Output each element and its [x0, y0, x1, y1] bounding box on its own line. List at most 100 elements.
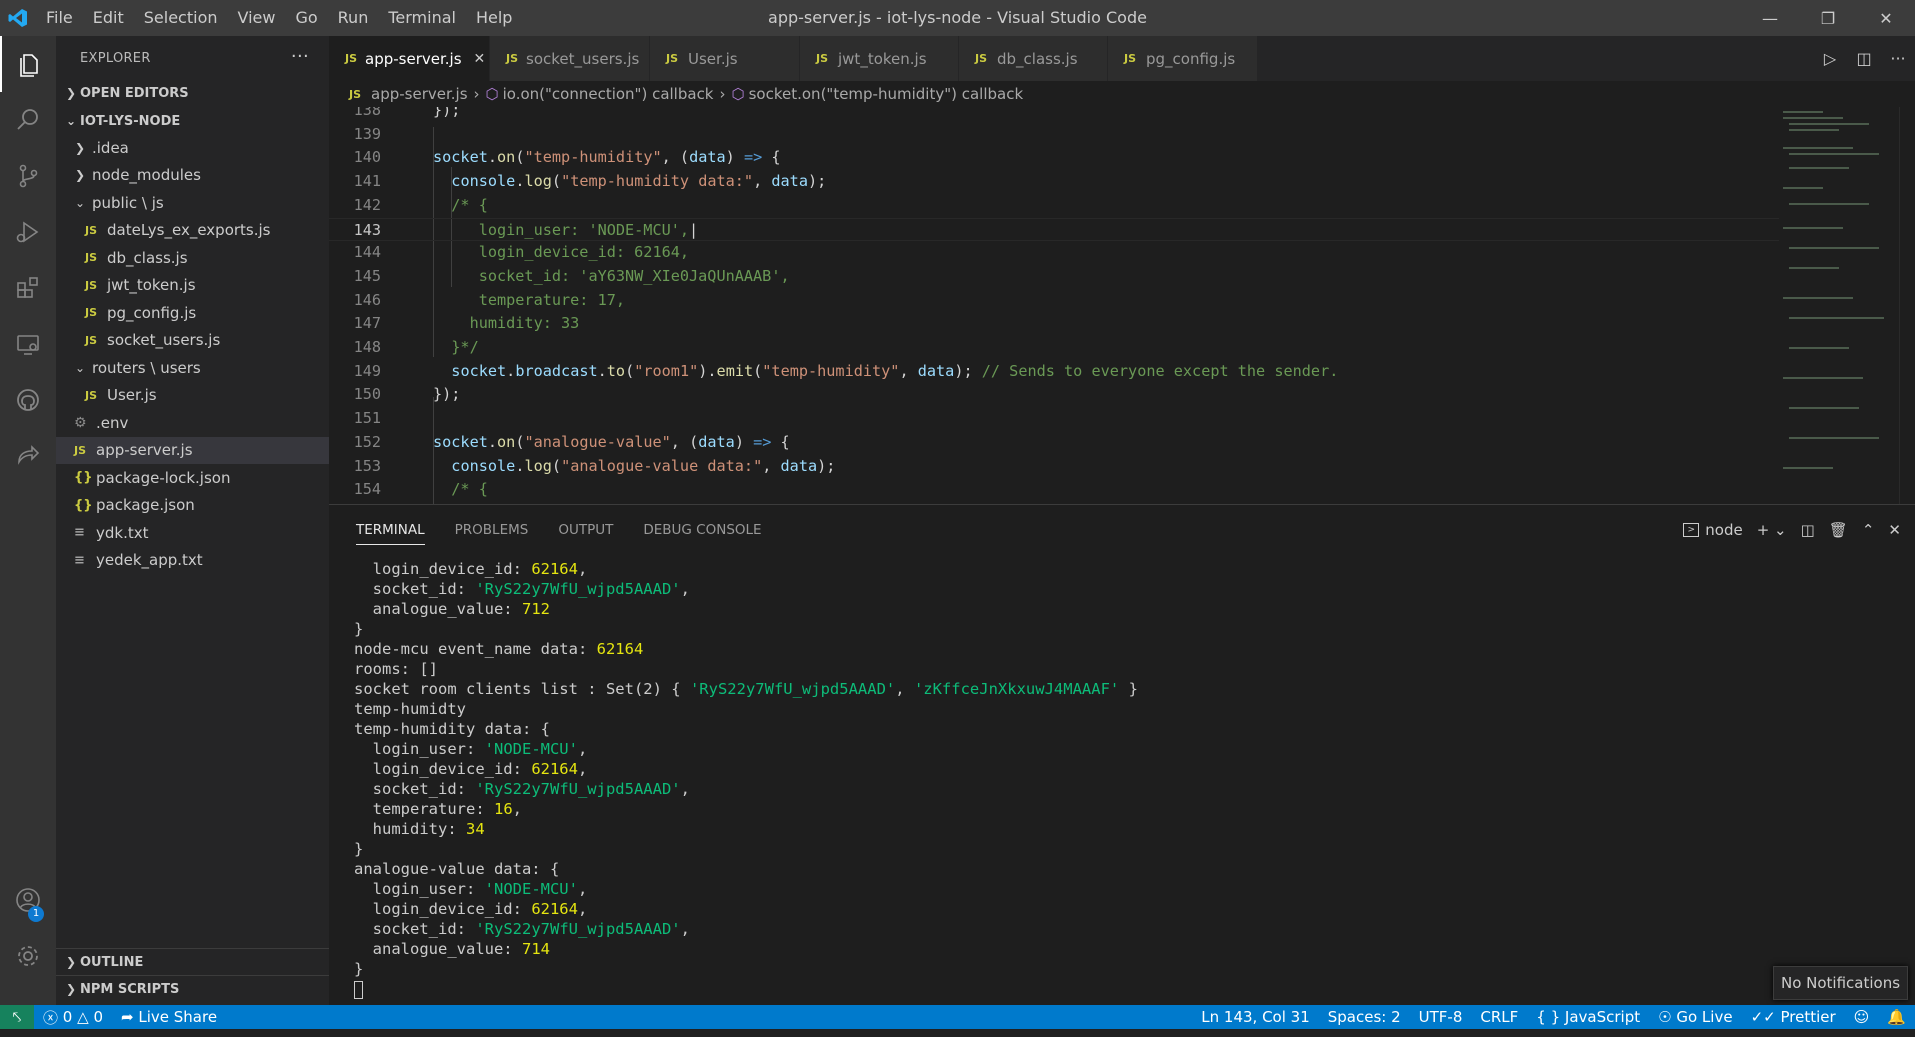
- bell-icon[interactable]: 🔔: [1878, 1008, 1915, 1026]
- more-actions-icon[interactable]: ···: [1881, 49, 1915, 68]
- tree-item-env[interactable]: ⚙ .env: [56, 409, 329, 437]
- menu-view[interactable]: View: [228, 0, 286, 36]
- tab-pg-config[interactable]: JS pg_config.js: [1108, 36, 1258, 81]
- indentation[interactable]: Spaces: 2: [1319, 1008, 1410, 1026]
- menu-go[interactable]: Go: [285, 0, 327, 36]
- terminal-cursor: [354, 980, 363, 999]
- problems-status[interactable]: ⓧ 0 △ 0: [34, 1007, 112, 1028]
- js-file-icon: JS: [349, 87, 362, 101]
- chevron-down-icon: ⌄: [74, 195, 86, 210]
- run-icon[interactable]: ▷: [1813, 49, 1847, 68]
- menu-file[interactable]: File: [36, 0, 83, 36]
- close-panel-icon[interactable]: ✕: [1888, 521, 1901, 539]
- restore-button[interactable]: ❐: [1799, 0, 1857, 36]
- run-debug-icon[interactable]: [0, 204, 56, 260]
- tab-problems[interactable]: PROBLEMS: [455, 505, 529, 555]
- tree-item-pg-config[interactable]: JS pg_config.js: [56, 299, 329, 327]
- tab-socket-users[interactable]: JS socket_users.js: [490, 36, 650, 81]
- accounts-icon[interactable]: 1: [0, 872, 56, 928]
- tree-item-package-lock[interactable]: {} package-lock.json: [56, 464, 329, 492]
- open-editors-section[interactable]: ❯ OPEN EDITORS: [56, 80, 329, 106]
- menu-help[interactable]: Help: [466, 0, 522, 36]
- tree-label: .idea: [92, 138, 129, 157]
- tree-item-package-json[interactable]: {} package.json: [56, 492, 329, 520]
- source-control-icon[interactable]: [0, 148, 56, 204]
- npm-scripts-section[interactable]: ❯ NPM SCRIPTS: [56, 975, 329, 1001]
- line-number: 145: [353, 266, 381, 285]
- tab-output[interactable]: OUTPUT: [558, 505, 613, 555]
- feedback-icon[interactable]: ☺: [1845, 1008, 1879, 1026]
- go-live[interactable]: ☉ Go Live: [1649, 1008, 1741, 1026]
- live-share-status[interactable]: ➦ Live Share: [112, 1008, 226, 1026]
- tab-jwt-token[interactable]: JS jwt_token.js: [800, 36, 959, 81]
- menu-edit[interactable]: Edit: [83, 0, 134, 36]
- editor-scrollbar[interactable]: [1899, 107, 1915, 504]
- menu-run[interactable]: Run: [328, 0, 379, 36]
- tree-item-db-class[interactable]: JS db_class.js: [56, 244, 329, 272]
- line-ending[interactable]: CRLF: [1471, 1008, 1527, 1026]
- title-bar: File Edit Selection View Go Run Terminal…: [0, 0, 1915, 36]
- remote-indicator-icon[interactable]: ⤣: [0, 1005, 34, 1029]
- tree-item-jwt-token[interactable]: JS jwt_token.js: [56, 272, 329, 300]
- close-window-button[interactable]: ✕: [1857, 0, 1915, 36]
- explorer-icon[interactable]: [0, 36, 56, 92]
- cursor-position[interactable]: Ln 143, Col 31: [1192, 1008, 1318, 1026]
- tab-debug-console[interactable]: DEBUG CONSOLE: [643, 505, 761, 555]
- tab-app-server[interactable]: JS app-server.js ✕: [329, 36, 490, 81]
- maximize-panel-icon[interactable]: ⌃: [1862, 521, 1875, 539]
- js-file-icon: JS: [85, 278, 98, 292]
- tree-item-node-modules[interactable]: ❯ node_modules: [56, 162, 329, 190]
- tree-item-ydk[interactable]: ≡ ydk.txt: [56, 519, 329, 547]
- minimap[interactable]: [1779, 107, 1899, 504]
- terminal-output[interactable]: login_device_id: 62164, socket_id: 'RyS2…: [354, 559, 1138, 999]
- new-terminal-icon[interactable]: + ⌄: [1757, 521, 1787, 539]
- code-editor[interactable]: 138}); 139 140 socket.on("temp-humidity",…: [329, 107, 1779, 504]
- menu-selection[interactable]: Selection: [134, 0, 228, 36]
- breadcrumb-callback[interactable]: socket.on("temp-humidity") callback: [749, 85, 1024, 103]
- tab-terminal[interactable]: TERMINAL: [356, 515, 425, 545]
- extensions-icon[interactable]: [0, 260, 56, 316]
- notifications-toast[interactable]: No Notifications: [1773, 966, 1908, 1000]
- terminal-text: socket_id:: [354, 920, 476, 938]
- terminal-select[interactable]: > node: [1683, 521, 1743, 539]
- code-text: login_user: 'NODE-MCU',|: [433, 220, 699, 239]
- code-text: });: [433, 385, 461, 404]
- split-editor-icon[interactable]: ◫: [1847, 49, 1881, 68]
- project-section[interactable]: ⌄ IOT-LYS-NODE: [56, 108, 329, 134]
- tree-item-datelys[interactable]: JS dateLys_ex_exports.js: [56, 217, 329, 245]
- terminal-prompt[interactable]: [354, 979, 1138, 999]
- github-icon[interactable]: [0, 372, 56, 428]
- status-right: Ln 143, Col 31 Spaces: 2 UTF-8 CRLF { } …: [1192, 1005, 1915, 1029]
- split-terminal-icon[interactable]: ◫: [1801, 521, 1815, 539]
- tree-item-socket-users[interactable]: JS socket_users.js: [56, 327, 329, 355]
- tree-item-app-server[interactable]: JS app-server.js: [56, 436, 329, 464]
- manage-gear-icon[interactable]: [0, 928, 56, 984]
- line-number: 147: [353, 314, 381, 333]
- remote-explorer-icon[interactable]: [0, 316, 56, 372]
- search-icon[interactable]: [0, 92, 56, 148]
- prettier[interactable]: ✓✓ Prettier: [1742, 1008, 1845, 1026]
- outline-section[interactable]: ❯ OUTLINE: [56, 948, 329, 974]
- tree-item-user-js[interactable]: JS User.js: [56, 382, 329, 410]
- language-mode[interactable]: { } JavaScript: [1527, 1008, 1649, 1026]
- tree-item-idea[interactable]: ❯ .idea: [56, 134, 329, 162]
- menu-terminal[interactable]: Terminal: [378, 0, 466, 36]
- more-actions-icon[interactable]: ···: [291, 46, 309, 67]
- tree-item-routers-users[interactable]: ⌄ routers \ users: [56, 354, 329, 382]
- panel-tabs: TERMINAL PROBLEMS OUTPUT DEBUG CONSOLE: [329, 505, 1915, 555]
- live-share-icon[interactable]: [0, 428, 56, 484]
- breadcrumb-file[interactable]: app-server.js: [371, 85, 468, 103]
- tab-label: db_class.js: [997, 49, 1078, 68]
- terminal-text: temp-humidty: [354, 700, 466, 718]
- encoding[interactable]: UTF-8: [1410, 1008, 1472, 1026]
- tree-item-public-js[interactable]: ⌄ public \ js: [56, 189, 329, 217]
- tree-label: db_class.js: [107, 248, 188, 267]
- minimize-button[interactable]: —: [1741, 0, 1799, 36]
- explorer-title: EXPLORER: [80, 50, 151, 66]
- tree-item-yedek-app[interactable]: ≡ yedek_app.txt: [56, 547, 329, 575]
- trash-icon[interactable]: 🗑: [1829, 521, 1848, 539]
- tab-db-class[interactable]: JS db_class.js: [959, 36, 1108, 81]
- breadcrumb-connection[interactable]: io.on("connection") callback: [503, 85, 714, 103]
- tab-user[interactable]: JS User.js: [650, 36, 800, 81]
- close-icon[interactable]: ✕: [474, 51, 486, 67]
